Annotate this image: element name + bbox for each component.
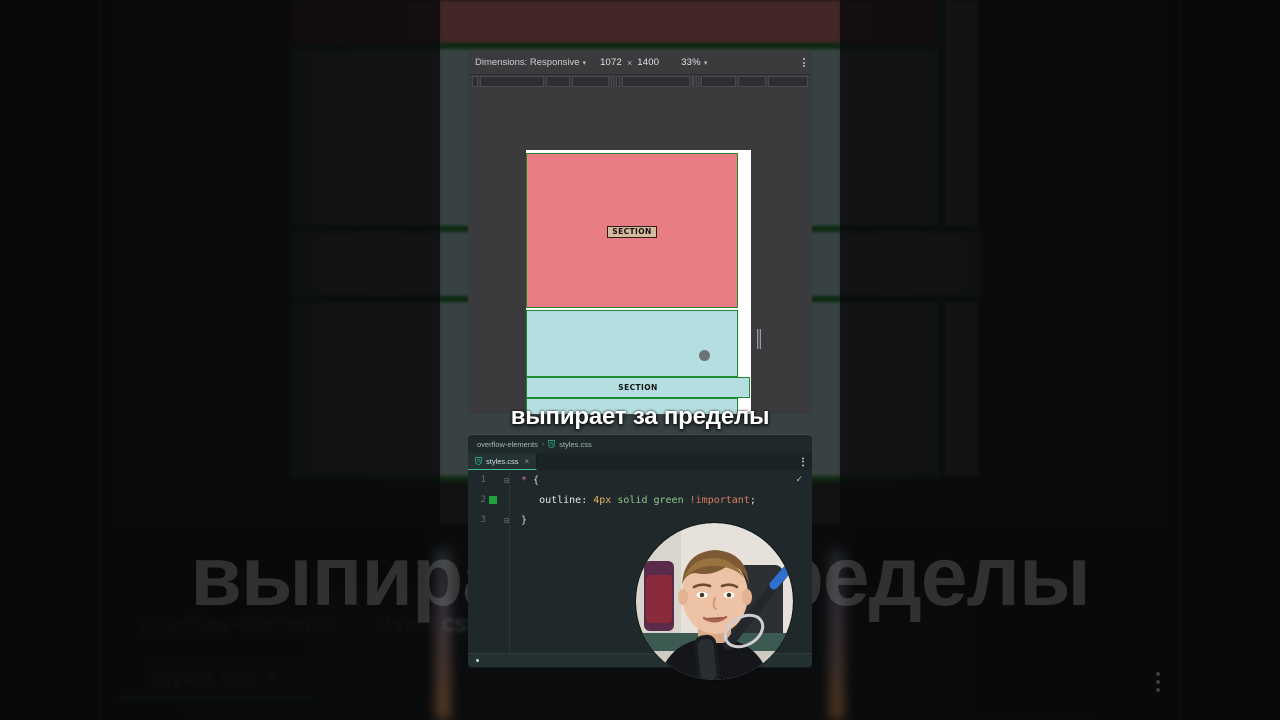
viewport-width-input[interactable]: 1072 <box>600 57 622 68</box>
kebab-menu-icon[interactable] <box>803 58 805 67</box>
toolbar-segment[interactable] <box>611 76 615 87</box>
code-line: 3 ⊟ } <box>468 510 812 530</box>
close-icon[interactable]: × <box>525 457 530 466</box>
chevron-down-icon: ▾ <box>582 59 587 67</box>
section-label: SECTION <box>607 226 657 238</box>
subtitle-caption: выпирает за пределы <box>510 403 770 430</box>
code-line: 2 outline: 4px solid green !important; <box>468 490 812 510</box>
css-file-icon <box>548 440 556 448</box>
avatar <box>636 523 793 680</box>
toolbar-segment[interactable] <box>621 76 690 87</box>
toolbar-segment[interactable] <box>767 76 808 87</box>
toolbar-segment[interactable] <box>572 76 610 87</box>
viewport-height-input[interactable]: 1400 <box>637 57 659 68</box>
toolbar-segment[interactable] <box>701 76 737 87</box>
zoom-dropdown[interactable]: 33% ▾ <box>681 57 707 68</box>
overflowing-band-row: SECTION <box>526 377 751 398</box>
line-number: 1 <box>480 475 486 485</box>
dimensions-label: Dimensions: Responsive <box>475 57 580 68</box>
gutter-divider <box>509 470 510 653</box>
gutter-swatch-slot <box>486 496 500 504</box>
editor-tabstrip: styles.css × <box>468 453 812 470</box>
toolbar-segment[interactable] <box>479 76 544 87</box>
tab-styles-css[interactable]: styles.css × <box>468 453 538 470</box>
section-teal-overflowing[interactable]: SECTION <box>526 377 750 398</box>
breadcrumb-separator-icon: › <box>541 440 545 448</box>
emulated-viewport[interactable]: SECTION SECTION <box>526 150 751 414</box>
line-number: 2 <box>480 495 486 505</box>
section-red[interactable]: SECTION <box>526 153 738 308</box>
status-dot-icon <box>476 659 479 662</box>
decorative-circle-icon <box>699 350 710 361</box>
section-teal-upper[interactable] <box>526 310 738 377</box>
css-file-icon <box>475 457 482 465</box>
fold-icon[interactable]: ⊟ <box>500 516 513 525</box>
toolbar-segment[interactable] <box>616 76 620 87</box>
breadcrumb-file[interactable]: styles.css <box>559 440 592 449</box>
line-number: 3 <box>480 515 486 525</box>
foreground-capture: Dimensions: Responsive ▾ 1072 × 1400 33%… <box>468 0 812 720</box>
devtools-device-mode-window: Dimensions: Responsive ▾ 1072 × 1400 33%… <box>468 51 812 414</box>
breadcrumb-project[interactable]: overflow-elements <box>477 440 538 449</box>
toolbar-segment[interactable] <box>691 76 695 87</box>
screen-root: overflow-elements › styles.css styles.cs… <box>0 0 1280 720</box>
tab-label: styles.css <box>486 456 519 466</box>
multiply-icon: × <box>627 57 633 68</box>
kebab-menu-icon[interactable] <box>802 457 804 466</box>
emulated-page-canvas: SECTION SECTION <box>468 88 812 414</box>
zoom-level-label: 33% <box>681 57 701 68</box>
toolbar-segment[interactable] <box>696 76 700 87</box>
viewport-width-resize-handle[interactable] <box>757 329 761 349</box>
toolbar-segment[interactable] <box>545 76 571 87</box>
code-line: 1 ⊟ * { <box>468 470 812 490</box>
device-toolbar-secondary-row <box>468 75 812 88</box>
backdrop-kebab-icon <box>1156 672 1160 692</box>
chevron-down-icon: ▾ <box>703 59 708 67</box>
device-toolbar: Dimensions: Responsive ▾ 1072 × 1400 33%… <box>468 51 812 75</box>
code-text: outline: 4px solid green !important; <box>539 494 756 506</box>
toolbar-segment[interactable] <box>472 76 478 87</box>
color-swatch-icon[interactable] <box>489 496 497 504</box>
code-text: } <box>521 514 528 526</box>
code-text: * { <box>521 474 540 486</box>
toolbar-segment[interactable] <box>738 76 766 87</box>
fold-icon[interactable]: ⊟ <box>500 476 513 485</box>
breadcrumb[interactable]: overflow-elements › styles.css <box>468 435 812 453</box>
rendered-page: SECTION SECTION <box>526 150 751 414</box>
saved-check-icon: ✓ <box>795 474 803 484</box>
section-label: SECTION <box>618 382 658 392</box>
dimensions-dropdown[interactable]: Dimensions: Responsive ▾ <box>475 57 586 68</box>
